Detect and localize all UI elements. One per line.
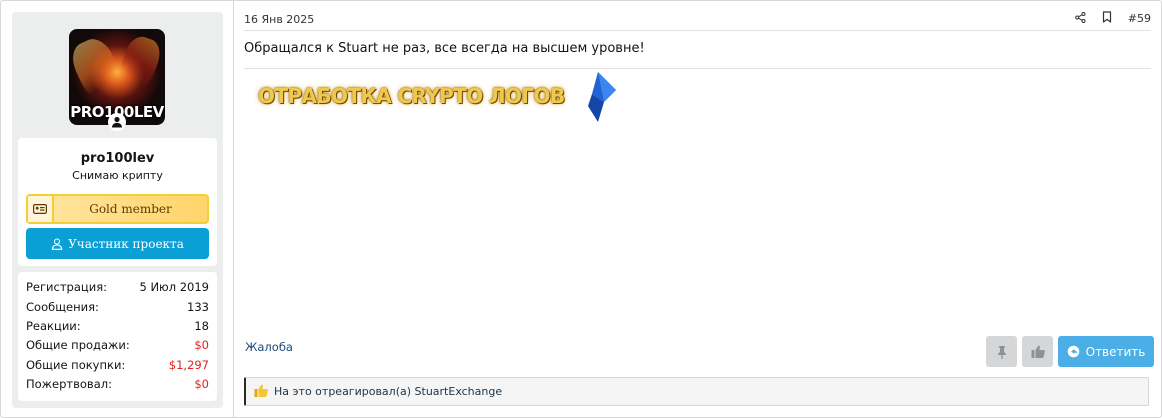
stat-label: Общие покупки:	[26, 357, 126, 372]
share-icon[interactable]	[1074, 11, 1086, 26]
stat-label: Регистрация:	[26, 279, 107, 294]
post-date[interactable]: 16 Янв 2025	[244, 13, 314, 26]
stat-label: Сообщения:	[26, 299, 99, 314]
stat-value: 18	[194, 318, 209, 333]
column-divider	[233, 1, 234, 417]
stat-label: Пожертвовал:	[26, 376, 112, 391]
stat-label: Реакции:	[26, 318, 81, 333]
stat-registration: Регистрация: 5 Июл 2019	[26, 277, 209, 296]
user-title: Снимаю крипту	[72, 169, 163, 182]
post-number[interactable]: #59	[1128, 12, 1151, 25]
gold-member-label: Gold member	[89, 202, 172, 216]
stat-value[interactable]: 133	[187, 300, 209, 314]
gold-member-banner: Gold member	[26, 194, 209, 224]
id-card-icon	[28, 196, 54, 222]
stat-value: 5 Июл 2019	[139, 279, 209, 294]
stat-sales: Общие продажи: $0	[26, 335, 209, 354]
project-member-label: Участник проекта	[68, 236, 184, 251]
project-member-button[interactable]: Участник проекта	[26, 228, 209, 259]
user-card: pro100lev Снимаю крипту Gold member Учас…	[18, 138, 217, 266]
header-divider	[244, 30, 1151, 31]
report-link[interactable]: Жалоба	[245, 340, 293, 354]
stat-label: Общие продажи:	[26, 337, 130, 352]
stat-messages: Сообщения: 133	[26, 297, 209, 316]
pin-icon	[997, 345, 1006, 359]
thumbs-up-reaction-icon	[254, 384, 268, 400]
crystal-icon	[588, 72, 616, 122]
user-avatar[interactable]: PRO100LEV	[69, 29, 165, 125]
post-image-text: ОТРАБОТКА CRYPTO ЛОГОВ	[258, 84, 565, 108]
reply-label: Ответить	[1085, 344, 1146, 359]
post-header-actions: #59	[1074, 11, 1151, 26]
thumbs-up-icon	[1031, 345, 1045, 358]
avatar-art	[69, 33, 128, 105]
message-text: Обращался к Stuart не раз, все всегда на…	[244, 41, 645, 56]
stat-value: $0	[194, 337, 209, 352]
reactions-text: На это отреагировал(а) StuartExchange	[274, 385, 503, 398]
stat-reactions: Реакции: 18	[26, 316, 209, 335]
message-user-column: PRO100LEV pro100lev Снимаю крипту Gold m…	[12, 12, 223, 408]
username[interactable]: pro100lev	[18, 151, 217, 166]
message-divider	[244, 68, 1151, 69]
stat-value: $1,297	[168, 357, 209, 372]
post-image[interactable]: ОТРАБОТКА CRYPTO ЛОГОВ	[244, 72, 644, 122]
reply-icon	[1067, 345, 1079, 358]
stat-value: $0	[194, 376, 209, 391]
user-icon	[51, 237, 63, 250]
reply-button[interactable]: Ответить	[1058, 336, 1154, 367]
bookmark-icon[interactable]	[1102, 11, 1112, 26]
user-icon	[108, 113, 126, 131]
pin-button[interactable]	[986, 336, 1017, 367]
like-button[interactable]	[1022, 336, 1053, 367]
stat-donated: Пожертвовал: $0	[26, 374, 209, 393]
message-post: PRO100LEV pro100lev Снимаю крипту Gold m…	[0, 0, 1162, 418]
reactions-bar[interactable]: На это отреагировал(а) StuartExchange	[244, 377, 1149, 406]
avatar-art	[115, 32, 165, 92]
user-stats: Регистрация: 5 Июл 2019 Сообщения: 133 Р…	[18, 272, 217, 401]
stat-purchases: Общие покупки: $1,297	[26, 355, 209, 374]
post-header: 16 Янв 2025 #59	[244, 11, 1151, 29]
